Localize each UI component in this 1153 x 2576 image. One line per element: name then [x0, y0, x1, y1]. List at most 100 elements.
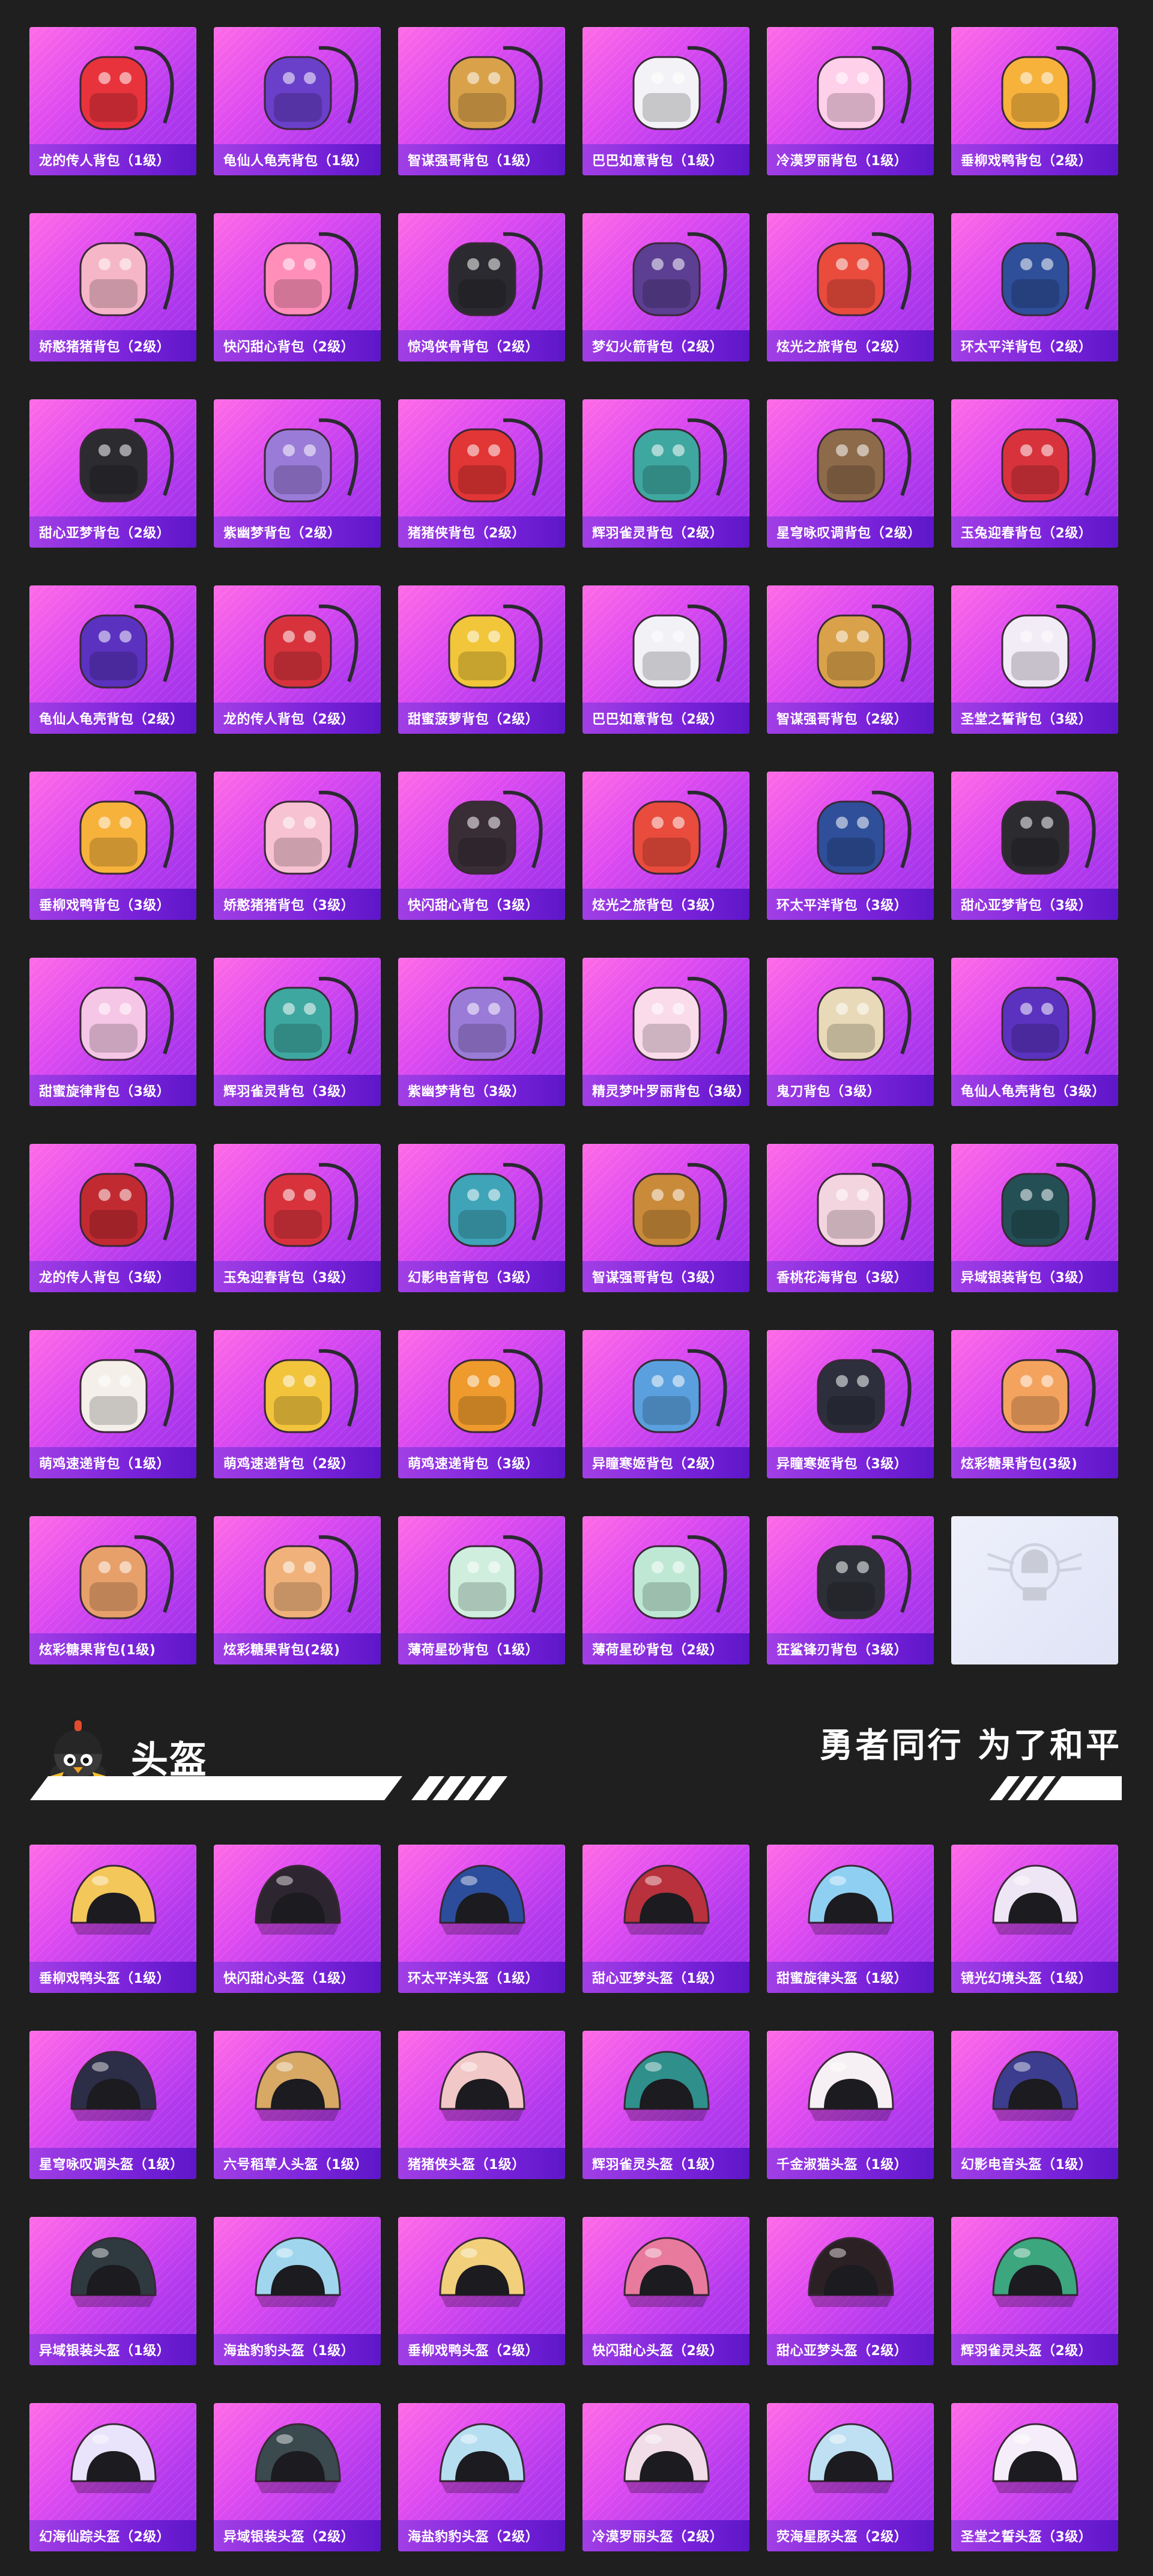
backpack-name: 精灵梦叶罗丽背包（3级） — [592, 1084, 749, 1099]
backpack-card[interactable]: 龟仙人龟壳背包（1级） — [214, 27, 381, 175]
helmet-label-bar: 幻海仙踪头盔（2级） — [29, 2520, 196, 2551]
helmet-card[interactable]: 异域银装头盔（2级） — [214, 2403, 381, 2551]
backpack-card[interactable]: 梦幻火箭背包（2级） — [583, 213, 749, 361]
helmet-card[interactable]: 千金淑猫头盔（1级） — [767, 2031, 934, 2179]
helmet-card[interactable]: 甜心亚梦头盔（2级） — [767, 2217, 934, 2365]
backpack-card[interactable]: 甜蜜菠萝背包（2级） — [398, 585, 565, 734]
helmet-label-bar: 垂柳戏鸭头盔（2级） — [398, 2334, 565, 2365]
backpack-card[interactable]: 娇憨猪猪背包（2级） — [29, 213, 196, 361]
backpack-name: 紫幽梦背包（2级） — [223, 526, 341, 541]
helmet-card[interactable]: 海盐豹豹头盔（2级） — [398, 2403, 565, 2551]
backpack-name: 炫光之旅背包（2级） — [776, 340, 908, 355]
backpack-card[interactable]: 龟仙人龟壳背包（2级） — [29, 585, 196, 734]
backpack-card[interactable]: 环太平洋背包（2级） — [951, 213, 1118, 361]
helmet-card[interactable]: 甜蜜旋律头盔（1级） — [767, 1845, 934, 1993]
backpack-label-bar: 精灵梦叶罗丽背包（3级） — [583, 1075, 749, 1106]
helmet-card[interactable]: 镜光幻境头盔（1级） — [951, 1845, 1118, 1993]
backpack-name: 巴巴如意背包（2级） — [592, 712, 724, 727]
helmet-card[interactable]: 辉羽雀灵头盔（1级） — [583, 2031, 749, 2179]
backpack-card[interactable]: 精灵梦叶罗丽背包（3级） — [583, 958, 749, 1106]
backpack-card[interactable]: 薄荷星砂背包（1级） — [398, 1516, 565, 1664]
helmet-card[interactable]: 幻海仙踪头盔（2级） — [29, 2403, 196, 2551]
helmet-card[interactable]: 辉羽雀灵头盔（2级） — [951, 2217, 1118, 2365]
backpack-card[interactable]: 龟仙人龟壳背包（3级） — [951, 958, 1118, 1106]
helmet-label-bar: 荧海星豚头盔（2级） — [767, 2520, 934, 2551]
backpack-card[interactable]: 萌鸡速递背包（3级） — [398, 1330, 565, 1478]
backpack-card[interactable]: 炫彩糖果背包(1级) — [29, 1516, 196, 1664]
backpack-card[interactable]: 异瞳寒姬背包（2级） — [583, 1330, 749, 1478]
backpack-card[interactable]: 快闪甜心背包（3级） — [398, 772, 565, 920]
backpack-card[interactable]: 异瞳寒姬背包（3级） — [767, 1330, 934, 1478]
backpack-name: 异域银装背包（3级） — [961, 1271, 1092, 1286]
backpack-card[interactable]: 玉兔迎春背包（3级） — [214, 1144, 381, 1292]
backpack-card[interactable]: 辉羽雀灵背包（2级） — [583, 399, 749, 548]
backpack-card[interactable]: 炫彩糖果背包(3级) — [951, 1330, 1118, 1478]
helmet-card[interactable]: 快闪甜心头盔（2级） — [583, 2217, 749, 2365]
backpack-card[interactable]: 龙的传人背包（2级） — [214, 585, 381, 734]
backpack-card[interactable]: 玉兔迎春背包（2级） — [951, 399, 1118, 548]
backpack-card[interactable]: 环太平洋背包（3级） — [767, 772, 934, 920]
helmet-card[interactable]: 圣堂之誓头盔（3级） — [951, 2403, 1118, 2551]
backpack-name: 炫光之旅背包（3级） — [592, 898, 724, 913]
backpack-label-bar: 垂柳戏鸭背包（3级） — [29, 889, 196, 920]
helmet-card[interactable]: 幻影电音头盔（1级） — [951, 2031, 1118, 2179]
helmet-card[interactable]: 环太平洋头盔（1级） — [398, 1845, 565, 1993]
backpack-card[interactable]: 星穹咏叹调背包（2级） — [767, 399, 934, 548]
helmet-card[interactable]: 甜心亚梦头盔（1级） — [583, 1845, 749, 1993]
backpack-card[interactable]: 智谋强哥背包（3级） — [583, 1144, 749, 1292]
backpack-card[interactable]: 萌鸡速递背包（2级） — [214, 1330, 381, 1478]
helmet-name: 圣堂之誓头盔（3级） — [961, 2530, 1092, 2545]
right-stripe-decoration — [990, 1776, 1122, 1800]
helmet-card[interactable]: 快闪甜心头盔（1级） — [214, 1845, 381, 1993]
backpack-card[interactable]: 龙的传人背包（3级） — [29, 1144, 196, 1292]
backpack-label-bar: 娇憨猪猪背包（2级） — [29, 330, 196, 361]
backpack-card[interactable]: 猪猪侠背包（2级） — [398, 399, 565, 548]
backpack-card[interactable]: 智谋强哥背包（1级） — [398, 27, 565, 175]
backpack-card[interactable]: 圣堂之誓背包（3级） — [951, 585, 1118, 734]
backpack-card[interactable]: 炫光之旅背包（2级） — [767, 213, 934, 361]
backpack-card[interactable]: 鬼刀背包（3级） — [767, 958, 934, 1106]
helmet-card[interactable]: 垂柳戏鸭头盔（2级） — [398, 2217, 565, 2365]
backpack-card[interactable]: 异域银装背包（3级） — [951, 1144, 1118, 1292]
backpack-card[interactable]: 惊鸿侠骨背包（2级） — [398, 213, 565, 361]
helmet-card[interactable]: 异域银装头盔（1级） — [29, 2217, 196, 2365]
helmet-name: 异域银装头盔（2级） — [223, 2530, 355, 2545]
backpack-label-bar: 智谋强哥背包（3级） — [583, 1261, 749, 1292]
backpack-card[interactable]: 巴巴如意背包（1级） — [583, 27, 749, 175]
helmet-card[interactable]: 荧海星豚头盔（2级） — [767, 2403, 934, 2551]
backpack-label-bar: 甜心亚梦背包（2级） — [29, 516, 196, 548]
backpack-card[interactable] — [951, 1516, 1118, 1664]
backpack-card[interactable]: 香桃花海背包（3级） — [767, 1144, 934, 1292]
backpack-card[interactable]: 巴巴如意背包（2级） — [583, 585, 749, 734]
backpack-card[interactable]: 甜蜜旋律背包（3级） — [29, 958, 196, 1106]
backpack-card[interactable]: 垂柳戏鸭背包（3级） — [29, 772, 196, 920]
backpack-card[interactable]: 垂柳戏鸭背包（2级） — [951, 27, 1118, 175]
helmet-card[interactable]: 冷漠罗丽头盔（2级） — [583, 2403, 749, 2551]
backpack-card[interactable]: 智谋强哥背包（2级） — [767, 585, 934, 734]
backpack-name: 紫幽梦背包（3级） — [408, 1084, 525, 1099]
backpack-card[interactable]: 狂鲨锋刃背包（3级） — [767, 1516, 934, 1664]
backpack-card[interactable]: 快闪甜心背包（2级） — [214, 213, 381, 361]
backpack-name: 薄荷星砂背包（1级） — [408, 1643, 539, 1658]
backpack-card[interactable]: 甜心亚梦背包（3级） — [951, 772, 1118, 920]
backpack-name: 炫彩糖果背包(2级) — [223, 1643, 340, 1658]
helmet-card[interactable]: 六号稻草人头盔（1级） — [214, 2031, 381, 2179]
backpack-card[interactable]: 幻影电音背包（3级） — [398, 1144, 565, 1292]
backpack-card[interactable]: 紫幽梦背包（2级） — [214, 399, 381, 548]
backpack-card[interactable]: 龙的传人背包（1级） — [29, 27, 196, 175]
helmet-card[interactable]: 垂柳戏鸭头盔（1级） — [29, 1845, 196, 1993]
backpack-card[interactable]: 萌鸡速递背包（1级） — [29, 1330, 196, 1478]
helmet-card[interactable]: 猪猪侠头盔（1级） — [398, 2031, 565, 2179]
helmet-card[interactable]: 海盐豹豹头盔（1级） — [214, 2217, 381, 2365]
backpack-card[interactable]: 娇憨猪猪背包（3级） — [214, 772, 381, 920]
backpack-card[interactable]: 炫光之旅背包（3级） — [583, 772, 749, 920]
backpack-card[interactable]: 冷漠罗丽背包（1级） — [767, 27, 934, 175]
backpack-card[interactable]: 辉羽雀灵背包（3级） — [214, 958, 381, 1106]
backpack-card[interactable]: 炫彩糖果背包(2级) — [214, 1516, 381, 1664]
backpack-card[interactable]: 甜心亚梦背包（2级） — [29, 399, 196, 548]
backpack-name: 快闪甜心背包（3级） — [408, 898, 539, 913]
helmet-card[interactable]: 星穹咏叹调头盔（1级） — [29, 2031, 196, 2179]
backpack-card[interactable]: 紫幽梦背包（3级） — [398, 958, 565, 1106]
backpack-card[interactable]: 薄荷星砂背包（2级） — [583, 1516, 749, 1664]
helmet-name: 六号稻草人头盔（1级） — [223, 2157, 368, 2172]
